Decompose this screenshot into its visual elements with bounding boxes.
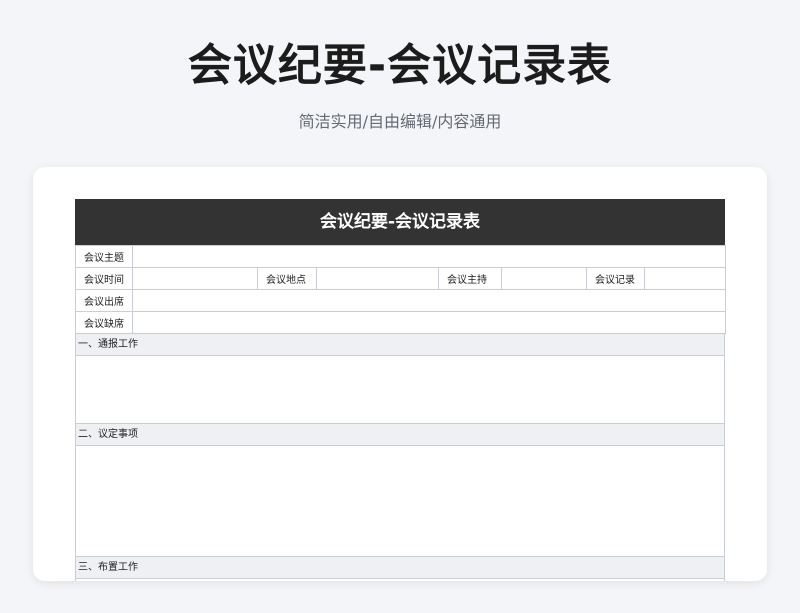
page-title: 会议纪要-会议记录表	[187, 40, 613, 91]
table-row: 会议出席	[75, 289, 727, 312]
host-label: 会议主持	[438, 267, 502, 290]
absentees-field[interactable]	[131, 311, 727, 334]
time-label: 会议时间	[75, 267, 133, 290]
section-assign-work-header: 三、布置工作	[75, 557, 725, 579]
attendees-label: 会议出席	[75, 289, 133, 312]
sheet-title: 会议纪要-会议记录表	[75, 199, 725, 245]
preview-card: 会议纪要-会议记录表 会议主题 会议时间 会议地点 会议主持 会议记录 会议出席…	[33, 167, 767, 581]
section-decisions-body[interactable]	[75, 446, 725, 557]
recorder-field[interactable]	[643, 267, 727, 290]
section-report-work-header: 一、通报工作	[75, 334, 725, 356]
table-row: 会议主题	[75, 245, 727, 268]
sheet-content: 会议纪要-会议记录表 会议主题 会议时间 会议地点 会议主持 会议记录 会议出席…	[75, 199, 727, 581]
location-field[interactable]	[316, 267, 439, 290]
absentees-label: 会议缺席	[75, 311, 133, 334]
topic-field[interactable]	[131, 245, 727, 268]
location-label: 会议地点	[257, 267, 317, 290]
table-row: 会议缺席	[75, 311, 727, 334]
meeting-info-table: 会议主题 会议时间 会议地点 会议主持 会议记录 会议出席 会议缺席	[75, 245, 727, 334]
attendees-field[interactable]	[131, 289, 727, 312]
section-report-work-body[interactable]	[75, 356, 725, 424]
recorder-label: 会议记录	[586, 267, 645, 290]
section-assign-work-body[interactable]	[75, 579, 725, 581]
section-decisions-header: 二、议定事项	[75, 424, 725, 446]
document-sheet: 会议纪要-会议记录表 会议主题 会议时间 会议地点 会议主持 会议记录 会议出席…	[65, 189, 735, 581]
host-field[interactable]	[501, 267, 587, 290]
topic-label: 会议主题	[75, 245, 133, 268]
page-subtitle: 简洁实用/自由编辑/内容通用	[298, 112, 502, 131]
time-field[interactable]	[132, 267, 258, 290]
table-row: 会议时间 会议地点 会议主持 会议记录	[75, 267, 727, 290]
